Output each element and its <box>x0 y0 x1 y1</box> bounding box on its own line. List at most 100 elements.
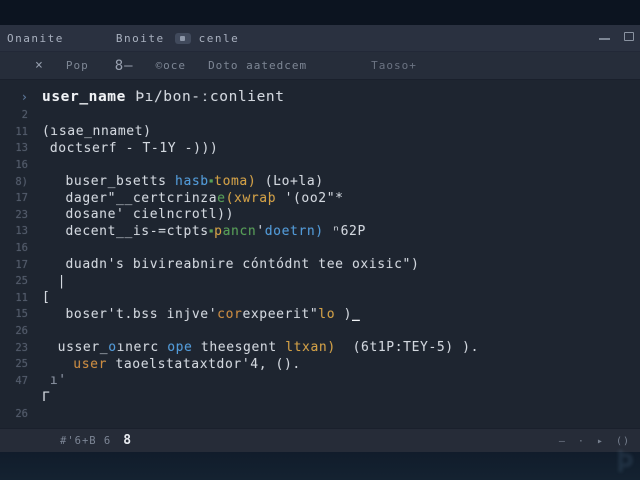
line-number: 26 <box>15 325 28 338</box>
minimize-icon[interactable] <box>599 38 610 40</box>
tab-onanite[interactable]: Onanite <box>3 32 68 45</box>
code-area: › user_name Þı/bon-ːconlient 2 11 (ɿsae_nnam… <box>0 87 640 422</box>
code-token: (xwraþ <box>225 190 277 206</box>
code-token: cor <box>217 306 243 322</box>
code-line[interactable]: 47 ı' <box>0 373 640 390</box>
tab-bnoite[interactable]: Bnoite <box>112 32 169 45</box>
code-token: ) <box>335 306 352 322</box>
code-line[interactable]: Γ <box>0 389 640 406</box>
minimize-panel-icon[interactable]: — <box>559 436 566 447</box>
title-bar: Onanite Bnoite cenle <box>0 25 640 52</box>
code-token: boser't.bss injve' <box>65 306 218 322</box>
code-text: dosane' cielncrotl)) <box>42 207 234 222</box>
app-window: Onanite Bnoite cenle × Pop 8— ©oce Doto … <box>0 0 640 480</box>
line-number: 25 <box>15 275 28 288</box>
code-token: dager"__certcrinza <box>65 190 218 206</box>
toolbar-item-oce[interactable]: ©oce <box>156 59 187 72</box>
code-text: user_name Þı/bon-ːconlient <box>42 89 285 105</box>
code-text: usser_oınerc ope theesgent ltxan) (6t1P:… <box>42 340 479 355</box>
maximize-icon[interactable] <box>624 32 634 41</box>
close-icon[interactable]: × <box>35 58 44 73</box>
code-token: o <box>108 340 117 356</box>
code-token: ' <box>256 223 265 239</box>
code-token: lo <box>318 306 336 322</box>
toolbar-item-count[interactable]: 8— <box>115 58 134 74</box>
line-number: 23 <box>15 208 28 221</box>
code-line[interactable]: 16 <box>0 157 640 174</box>
code-line[interactable]: 17 dager"__certcrinzae(xwraþ '(oo2"* <box>0 190 640 207</box>
toolbar-item-pop[interactable]: Pop <box>66 59 89 72</box>
line-number: 16 <box>15 242 28 255</box>
video-badge-icon <box>174 32 191 44</box>
code-token: (ɿsae_nnamet) <box>42 124 152 140</box>
code-line[interactable]: 26 <box>0 406 640 423</box>
code-token: expeerit" <box>242 306 319 322</box>
code-token: ope <box>167 340 193 356</box>
code-line[interactable]: 8) buser_bsetts hasb▪toma) (Ŀo+la) <box>0 173 640 190</box>
line-number: 25 <box>15 358 28 371</box>
code-token: taoelstataxtdor'4, (). <box>107 356 301 372</box>
line-number: 17 <box>15 258 28 271</box>
toolbar-item-doto[interactable]: Doto aatedcem <box>208 59 307 72</box>
code-text: Γ <box>42 390 50 405</box>
code-token: | <box>57 273 67 289</box>
code-token: Þı/bon-ːconlient <box>125 89 285 105</box>
code-token: decent__is-=ctpts <box>65 223 209 239</box>
code-line[interactable]: 25 | <box>0 273 640 290</box>
line-number: 13 <box>15 225 28 238</box>
code-line[interactable]: 17 duadn's bivireabnire cóntódnt tee oxis… <box>0 256 640 273</box>
code-line[interactable]: 11 (ɿsae_nnamet) <box>0 124 640 141</box>
code-line[interactable]: 11 [ <box>0 290 640 307</box>
code-token: duadn's bivireabnire cóntódnt tee oxisic… <box>65 257 420 273</box>
code-line[interactable]: › user_name Þı/bon-ːconlient <box>0 87 640 107</box>
code-line[interactable]: 26 <box>0 323 640 340</box>
dot-icon: · <box>577 435 585 447</box>
run-icon[interactable]: ▸ <box>597 436 604 447</box>
code-token: ⁿ62P <box>323 223 366 239</box>
toolbar: × Pop 8— ©oce Doto aatedcem Taoso+ <box>0 52 640 80</box>
code-line[interactable]: 25 user taoelstataxtdor'4, (). <box>0 356 640 373</box>
code-line[interactable]: 15 boser't.bss injve'corexpeerit"lo )_ <box>0 306 640 323</box>
code-text: (ɿsae_nnamet) <box>42 124 152 139</box>
code-text: boser't.bss injve'corexpeerit"lo )_ <box>42 307 360 322</box>
code-token: toma) <box>214 174 257 190</box>
line-number: 13 <box>15 142 28 155</box>
code-text: duadn's bivireabnire cóntódnt tee oxisic… <box>42 257 419 272</box>
code-token: ancn <box>222 223 257 239</box>
code-token: '(oo2"* <box>276 190 344 206</box>
line-number: 47 <box>15 374 28 387</box>
code-token: _ <box>352 306 361 322</box>
code-line[interactable]: 16 <box>0 240 640 257</box>
code-editor[interactable]: › user_name Þı/bon-ːconlient 2 11 (ɿsae_nnam… <box>0 80 640 428</box>
code-text: buser_bsetts hasb▪toma) (Ŀo+la) <box>42 174 324 189</box>
code-token: p <box>214 223 223 239</box>
code-token: Γ <box>42 389 51 405</box>
code-token: theesgent <box>192 340 286 356</box>
code-line[interactable]: 13 doctserf - T-1Y -))) <box>0 140 640 157</box>
code-token: [ <box>42 290 51 306</box>
code-text: dager"__certcrinzae(xwraþ '(oo2"* <box>42 191 344 206</box>
toolbar-item-taoso[interactable]: Taoso+ <box>371 59 417 72</box>
line-number: 26 <box>15 407 28 420</box>
code-text: decent__is-=ctpts▪pancn'doetrn) ⁿ62P <box>42 224 366 239</box>
code-text: | <box>42 274 66 289</box>
code-token: (6t1P:TEY-5) ). <box>335 340 480 356</box>
code-line[interactable]: 23 usser_oınerc ope theesgent ltxan) (6t1… <box>0 339 640 356</box>
code-token: ınerc <box>116 340 168 356</box>
code-token: dosane' cielncrotl)) <box>65 207 235 223</box>
code-line[interactable]: 2 <box>0 107 640 124</box>
code-token: doctserf - T-1Y -))) <box>49 140 219 156</box>
code-token: buser_bsetts <box>65 174 176 190</box>
code-line[interactable]: 23 dosane' cielncrotl)) <box>0 207 640 224</box>
line-number: 11 <box>15 291 28 304</box>
code-token: user_name <box>42 89 126 105</box>
code-token: user <box>73 356 108 372</box>
status-bar: #'6+B 6 8 — · ▸ () <box>0 428 640 452</box>
code-text: ı' <box>42 373 67 388</box>
fold-chevron-icon: › <box>20 90 28 104</box>
tab-cenle[interactable]: cenle <box>195 32 244 45</box>
line-number: 11 <box>15 125 28 138</box>
code-token: e <box>217 190 226 206</box>
code-token: ı' <box>49 373 67 389</box>
code-line[interactable]: 13 decent__is-=ctpts▪pancn'doetrn) ⁿ62P <box>0 223 640 240</box>
